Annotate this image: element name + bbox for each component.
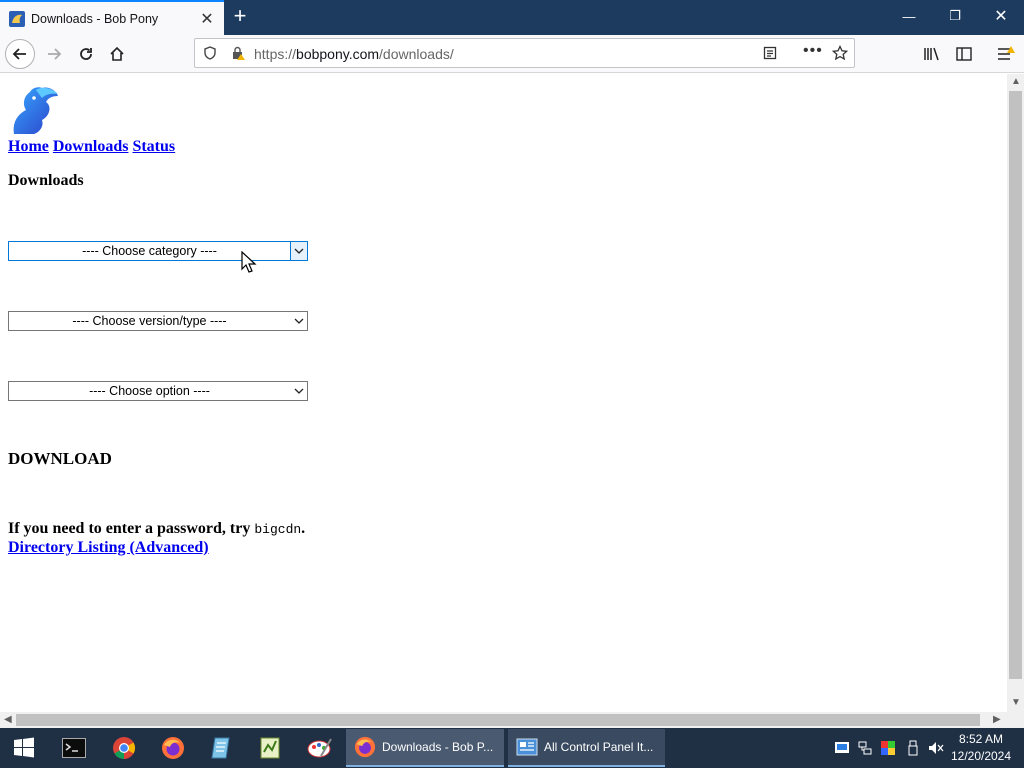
reload-icon[interactable]: [72, 40, 100, 68]
terminal-icon[interactable]: [60, 734, 88, 762]
horizontal-scroll-thumb[interactable]: [16, 714, 980, 726]
clock-date: 12/20/2024: [950, 749, 1012, 763]
category-select[interactable]: ---- Choose category ----: [8, 241, 308, 261]
tab-close-icon[interactable]: ✕: [197, 9, 217, 29]
scroll-up-icon[interactable]: ▲: [1011, 76, 1021, 87]
new-tab-icon[interactable]: +: [228, 5, 252, 28]
directory-listing: Directory Listing (Advanced): [8, 539, 209, 557]
vertical-scroll-thumb[interactable]: [1009, 91, 1022, 679]
browser-navbar: https://bobpony.com/downloads/ •••: [0, 35, 1024, 73]
nav-link-downloads[interactable]: Downloads: [53, 138, 129, 155]
taskbar-clock[interactable]: 8:52 AM 12/20/2024: [946, 731, 1016, 765]
chevron-down-icon[interactable]: [290, 242, 307, 260]
restore-icon[interactable]: ❐: [932, 0, 978, 32]
browser-tab[interactable]: Downloads - Bob Pony ✕: [0, 0, 224, 35]
firefox-icon: [354, 736, 376, 758]
tab-title: Downloads - Bob Pony: [31, 11, 159, 26]
browser-titlebar: Downloads - Bob Pony ✕ + — ❐ ✕: [0, 0, 1024, 35]
notepad-icon[interactable]: [208, 734, 236, 762]
reader-view-icon[interactable]: [763, 46, 777, 60]
usb-device-icon[interactable]: [905, 740, 921, 756]
version-type-select[interactable]: ---- Choose version/type ----: [8, 311, 308, 331]
page-content: Home Downloads Status Downloads ---- Cho…: [0, 74, 1007, 712]
insecure-lock-icon[interactable]: [230, 45, 246, 61]
bobpony-favicon-icon: [9, 10, 25, 27]
option-select[interactable]: ---- Choose option ----: [8, 381, 308, 401]
home-icon[interactable]: [103, 40, 131, 68]
shield-icon[interactable]: [203, 46, 217, 60]
firefox-icon[interactable]: [159, 734, 187, 762]
nav-link-home[interactable]: Home: [8, 138, 49, 155]
notepad-plus-plus-icon[interactable]: [256, 734, 284, 762]
volume-muted-icon[interactable]: [928, 740, 944, 756]
library-icon[interactable]: [918, 40, 946, 68]
forward-icon[interactable]: [40, 40, 68, 68]
password-value: bigcdn: [254, 522, 302, 537]
bookmark-star-icon[interactable]: [832, 45, 848, 61]
taskbar: Downloads - Bob P... All Control Panel I…: [0, 728, 1024, 768]
url-text: https://bobpony.com/downloads/: [254, 46, 454, 62]
windows-start-icon[interactable]: [10, 734, 38, 762]
network-icon[interactable]: [857, 740, 873, 756]
control-panel-icon: [516, 738, 538, 756]
scroll-down-icon[interactable]: ▼: [1011, 697, 1021, 708]
url-bar[interactable]: https://bobpony.com/downloads/ •••: [194, 38, 855, 68]
chevron-down-icon[interactable]: [290, 312, 307, 330]
paint-icon[interactable]: [306, 734, 334, 762]
taskbar-firefox-window[interactable]: Downloads - Bob P...: [346, 729, 504, 767]
scroll-left-icon[interactable]: ◀: [4, 714, 12, 725]
minimize-icon[interactable]: —: [886, 0, 932, 32]
tray-app-icon[interactable]: [834, 740, 850, 756]
bobpony-logo[interactable]: [8, 84, 60, 136]
page-title: Downloads: [8, 172, 84, 189]
password-hint: If you need to enter a password, try big…: [8, 520, 306, 537]
directory-listing-link[interactable]: Directory Listing (Advanced): [8, 539, 209, 556]
menu-icon[interactable]: [992, 40, 1020, 68]
vertical-scrollbar[interactable]: ▲ ▼: [1007, 74, 1024, 712]
display-color-icon[interactable]: [880, 740, 896, 756]
scroll-right-icon[interactable]: ▶: [993, 714, 1001, 725]
sidebar-icon[interactable]: [950, 40, 978, 68]
mouse-cursor-icon: [241, 251, 257, 273]
scrollbar-corner: [1007, 712, 1024, 728]
window-close-icon[interactable]: ✕: [978, 0, 1024, 32]
back-icon[interactable]: [5, 39, 35, 69]
chrome-icon[interactable]: [110, 734, 138, 762]
page-actions-icon[interactable]: •••: [803, 42, 823, 60]
taskbar-control-panel-window[interactable]: All Control Panel It...: [508, 729, 665, 767]
chevron-down-icon[interactable]: [290, 382, 307, 400]
site-nav: Home Downloads Status: [8, 138, 175, 156]
clock-time: 8:52 AM: [958, 732, 1004, 746]
nav-link-status[interactable]: Status: [132, 138, 175, 155]
download-heading: DOWNLOAD: [8, 449, 112, 468]
horizontal-scrollbar[interactable]: ◀ ▶: [0, 712, 1007, 728]
